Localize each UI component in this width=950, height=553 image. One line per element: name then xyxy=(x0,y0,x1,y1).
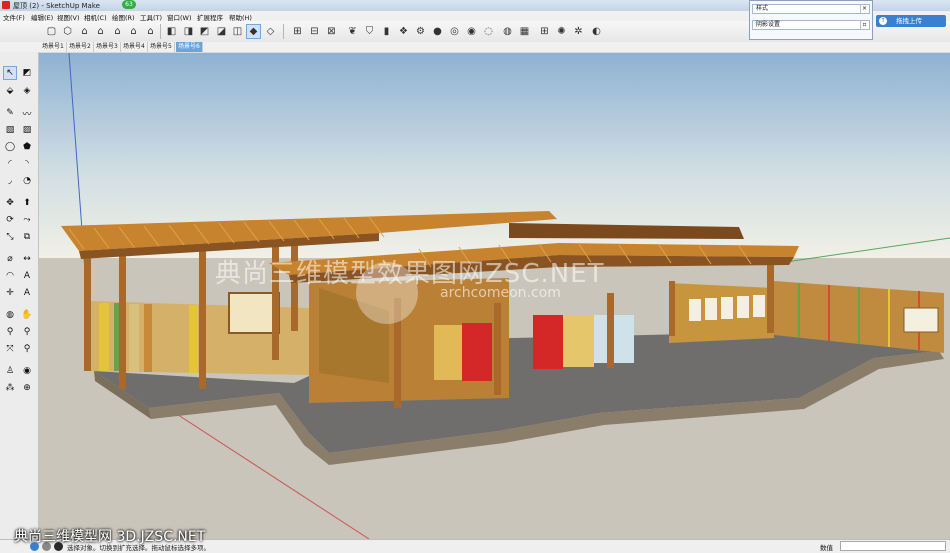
grid-icon[interactable]: ▦ xyxy=(517,24,532,39)
polygon-icon[interactable]: ⬟ xyxy=(20,140,34,154)
tab-scene-6[interactable]: 场景号6 xyxy=(176,42,203,52)
rotate-icon[interactable]: ⟳ xyxy=(3,213,17,227)
wireframe-style-icon[interactable]: ◨ xyxy=(181,24,196,39)
large-toolset-icon[interactable]: ▢ xyxy=(44,24,59,39)
sandbox-from-contours-icon[interactable]: ⊞ xyxy=(290,24,305,39)
watermark-footer: 典尚三维模型网 3D.JZSC.NET xyxy=(14,529,206,545)
eraser-icon[interactable]: ◩ xyxy=(20,66,34,80)
push-pull-icon[interactable]: ⬆ xyxy=(20,196,34,210)
three-point-arc-icon[interactable]: ◞ xyxy=(3,174,17,188)
xray-style-icon[interactable]: ◧ xyxy=(164,24,179,39)
text-icon[interactable]: A xyxy=(20,269,34,283)
view-right-icon[interactable]: ⌂ xyxy=(110,24,125,39)
move-icon[interactable]: ✥ xyxy=(3,196,17,210)
view-back-icon[interactable]: ⌂ xyxy=(126,24,141,39)
scene-tabs: 场景号1 场景号2 场景号3 场景号4 场景号5 场景号6 xyxy=(0,42,950,52)
styles-panel-label: 样式 xyxy=(756,5,769,12)
zoom-icon[interactable]: ⚲ xyxy=(3,325,17,339)
protractor-icon[interactable]: ◠ xyxy=(3,269,17,283)
pan-icon[interactable]: ✋ xyxy=(20,308,34,322)
offset-icon[interactable]: ⧉ xyxy=(20,230,34,244)
make-component-icon[interactable]: ◈ xyxy=(20,84,34,98)
monochrome-style-icon[interactable]: ◆ xyxy=(246,24,261,39)
squares-icon[interactable]: ⊞ xyxy=(537,24,552,39)
drag-upload-label: 拖拽上传 xyxy=(896,17,922,25)
measurements-input[interactable] xyxy=(840,541,946,551)
drag-upload-button[interactable]: ↑ 拖拽上传 xyxy=(876,15,946,27)
sun-icon[interactable]: ✺ xyxy=(554,24,569,39)
zoom-window-icon[interactable]: ⚲ xyxy=(20,325,34,339)
orbit-icon[interactable]: ◍ xyxy=(3,308,17,322)
tab-scene-2[interactable]: 场景号2 xyxy=(67,42,94,52)
view-top-icon[interactable]: ⌂ xyxy=(77,24,92,39)
axes-icon[interactable]: ✛ xyxy=(3,286,17,300)
dimension-icon[interactable]: ↔ xyxy=(20,252,34,266)
paint-bucket-icon[interactable]: ⬙ xyxy=(3,84,17,98)
back-edges-icon[interactable]: ◇ xyxy=(263,24,278,39)
upload-icon: ↑ xyxy=(879,17,887,25)
view-iso-icon[interactable]: ⬡ xyxy=(60,24,75,39)
zoom-previous-icon[interactable]: ⚲ xyxy=(20,342,34,356)
view-front-icon[interactable]: ⌂ xyxy=(93,24,108,39)
leaf-icon[interactable]: ❦ xyxy=(345,24,360,39)
expand-icon[interactable]: ▫ xyxy=(860,21,868,29)
3d-text-icon[interactable]: A xyxy=(20,286,34,300)
position-camera-icon[interactable]: ♙ xyxy=(3,364,17,378)
ring-icon[interactable]: ◎ xyxy=(447,24,462,39)
sandbox-from-scratch-icon[interactable]: ⊟ xyxy=(307,24,322,39)
follow-me-icon[interactable]: ⤳ xyxy=(20,213,34,227)
shadow-panel-label: 阴影设置 xyxy=(756,21,781,28)
smoove-icon[interactable]: ⊠ xyxy=(324,24,339,39)
hidden-line-style-icon[interactable]: ◩ xyxy=(197,24,212,39)
red-door-right xyxy=(533,315,563,369)
component-icon[interactable]: ❖ xyxy=(396,24,411,39)
textured-style-icon[interactable]: ◫ xyxy=(230,24,245,39)
tab-scene-1[interactable]: 场景号1 xyxy=(40,42,67,52)
styles-panel-header[interactable]: 样式 × xyxy=(752,4,870,14)
paint-icon[interactable]: ◍ xyxy=(500,24,515,39)
arc-icon[interactable]: ◜ xyxy=(3,157,17,171)
pie-icon[interactable]: ◔ xyxy=(20,174,34,188)
swirl-icon[interactable]: ◐ xyxy=(589,24,604,39)
target-icon[interactable]: ◉ xyxy=(464,24,479,39)
circle-icon[interactable]: ◯ xyxy=(3,140,17,154)
look-around-icon[interactable]: ◉ xyxy=(20,364,34,378)
red-door-left xyxy=(462,323,492,381)
notification-badge: 63 xyxy=(122,0,136,9)
close-icon[interactable]: × xyxy=(860,5,868,13)
tab-scene-5[interactable]: 场景号5 xyxy=(148,42,175,52)
tab-scene-4[interactable]: 场景号4 xyxy=(121,42,148,52)
shield-icon[interactable]: ⛉ xyxy=(362,24,377,39)
cylinder-icon[interactable]: ▮ xyxy=(379,24,394,39)
sketchup-app-icon xyxy=(2,1,10,9)
rectangle-icon[interactable]: ▧ xyxy=(3,123,17,137)
gear-icon[interactable]: ⚙ xyxy=(413,24,428,39)
shaded-style-icon[interactable]: ◪ xyxy=(214,24,229,39)
scale-icon[interactable]: ⤡ xyxy=(3,230,17,244)
freehand-icon[interactable]: 〰 xyxy=(20,106,34,120)
left-toolbar: ↖ ◩ ⬙ ◈ ✎ 〰 ▧ ▨ ◯ ⬟ ◜ ◝ ◞ ◔ ✥ ⬆ ⟳ ⤳ ⤡ ⧉ … xyxy=(0,52,39,542)
drop-icon[interactable]: ● xyxy=(430,24,445,39)
section-plane-icon[interactable]: ⊕ xyxy=(20,381,34,395)
tab-scene-3[interactable]: 场景号3 xyxy=(94,42,121,52)
two-point-arc-icon[interactable]: ◝ xyxy=(20,157,34,171)
view-left-icon[interactable]: ⌂ xyxy=(143,24,158,39)
watermark-url: archcomeon.com xyxy=(440,285,561,301)
pencil-icon[interactable]: ✎ xyxy=(3,106,17,120)
tape-measure-icon[interactable]: ⌀ xyxy=(3,252,17,266)
window-title: 屋顶 (2) - SketchUp Make xyxy=(13,2,100,10)
rotated-rectangle-icon[interactable]: ▨ xyxy=(20,123,34,137)
select-arrow-icon[interactable]: ↖ xyxy=(3,66,17,80)
zoom-extents-icon[interactable]: ⤧ xyxy=(3,342,17,356)
walk-icon[interactable]: ⁂ xyxy=(3,381,17,395)
settings-icon[interactable]: ✲ xyxy=(571,24,586,39)
spiral-icon[interactable]: ◌ xyxy=(481,24,496,39)
shadow-panel-header[interactable]: 阴影设置 ▫ xyxy=(752,20,870,30)
measurements-label: 数值 xyxy=(820,544,833,552)
default-tray: 样式 × 阴影设置 ▫ xyxy=(749,0,873,40)
